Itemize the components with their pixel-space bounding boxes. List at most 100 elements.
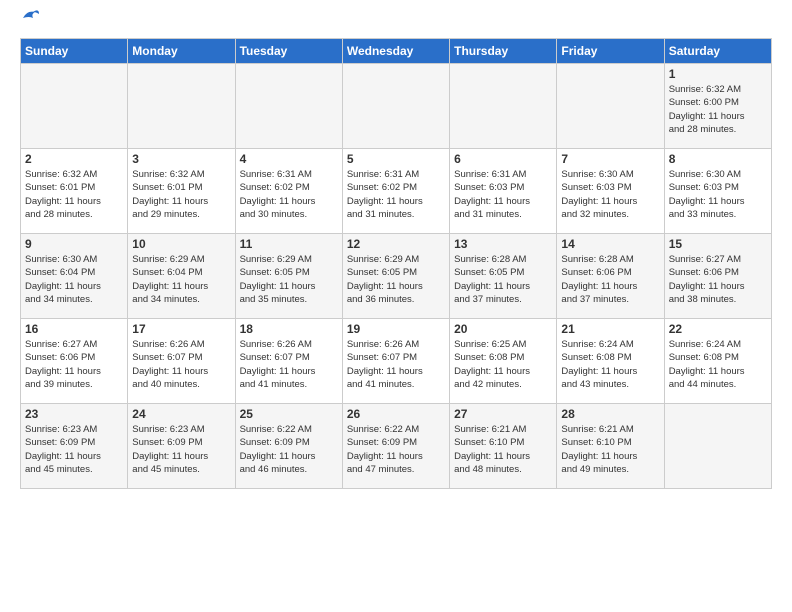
day-number: 13 (454, 237, 552, 251)
day-number: 3 (132, 152, 230, 166)
header-saturday: Saturday (664, 39, 771, 64)
calendar-cell: 27 Sunrise: 6:21 AM Sunset: 6:10 PM Dayli… (450, 404, 557, 489)
header-thursday: Thursday (450, 39, 557, 64)
calendar-cell: 28Sunrise: 6:21 AM Sunset: 6:10 PM Dayli… (557, 404, 664, 489)
day-number: 1 (669, 67, 767, 81)
day-number: 14 (561, 237, 659, 251)
calendar-week-2: 2 Sunrise: 6:32 AM Sunset: 6:01 PM Daylig… (21, 149, 772, 234)
day-info: Sunrise: 6:21 AM Sunset: 6:10 PM Dayligh… (454, 423, 552, 476)
day-number: 11 (240, 237, 338, 251)
day-info: Sunrise: 6:26 AM Sunset: 6:07 PM Dayligh… (347, 338, 445, 391)
calendar-cell: 25 Sunrise: 6:22 AM Sunset: 6:09 PM Dayli… (235, 404, 342, 489)
day-number: 21 (561, 322, 659, 336)
day-info: Sunrise: 6:28 AM Sunset: 6:06 PM Dayligh… (561, 253, 659, 306)
day-number: 27 (454, 407, 552, 421)
calendar-cell: 9Sunrise: 6:30 AM Sunset: 6:04 PM Daylig… (21, 234, 128, 319)
day-number: 7 (561, 152, 659, 166)
day-number: 12 (347, 237, 445, 251)
calendar-cell (450, 64, 557, 149)
day-number: 4 (240, 152, 338, 166)
day-info: Sunrise: 6:29 AM Sunset: 6:05 PM Dayligh… (347, 253, 445, 306)
calendar-cell (557, 64, 664, 149)
calendar-cell: 24 Sunrise: 6:23 AM Sunset: 6:09 PM Dayli… (128, 404, 235, 489)
calendar-cell: 23 Sunrise: 6:23 AM Sunset: 6:09 PM Dayli… (21, 404, 128, 489)
calendar-cell: 10Sunrise: 6:29 AM Sunset: 6:04 PM Dayli… (128, 234, 235, 319)
day-info: Sunrise: 6:26 AM Sunset: 6:07 PM Dayligh… (132, 338, 230, 391)
calendar-week-1: 1 Sunrise: 6:32 AM Sunset: 6:00 PM Daylig… (21, 64, 772, 149)
day-info: Sunrise: 6:26 AM Sunset: 6:07 PM Dayligh… (240, 338, 338, 391)
header-tuesday: Tuesday (235, 39, 342, 64)
day-info: Sunrise: 6:28 AM Sunset: 6:05 PM Dayligh… (454, 253, 552, 306)
day-number: 5 (347, 152, 445, 166)
calendar-cell (342, 64, 449, 149)
day-info: Sunrise: 6:29 AM Sunset: 6:05 PM Dayligh… (240, 253, 338, 306)
calendar-cell: 5 Sunrise: 6:31 AM Sunset: 6:02 PM Daylig… (342, 149, 449, 234)
day-info: Sunrise: 6:21 AM Sunset: 6:10 PM Dayligh… (561, 423, 659, 476)
calendar-cell: 22 Sunrise: 6:24 AM Sunset: 6:08 PM Dayli… (664, 319, 771, 404)
day-number: 6 (454, 152, 552, 166)
header-sunday: Sunday (21, 39, 128, 64)
calendar-cell: 12 Sunrise: 6:29 AM Sunset: 6:05 PM Dayli… (342, 234, 449, 319)
calendar-cell (21, 64, 128, 149)
day-info: Sunrise: 6:22 AM Sunset: 6:09 PM Dayligh… (347, 423, 445, 476)
day-number: 23 (25, 407, 123, 421)
calendar-cell (128, 64, 235, 149)
day-info: Sunrise: 6:22 AM Sunset: 6:09 PM Dayligh… (240, 423, 338, 476)
calendar-cell: 15Sunrise: 6:27 AM Sunset: 6:06 PM Dayli… (664, 234, 771, 319)
day-info: Sunrise: 6:32 AM Sunset: 6:00 PM Dayligh… (669, 83, 767, 136)
calendar-week-4: 16 Sunrise: 6:27 AM Sunset: 6:06 PM Dayli… (21, 319, 772, 404)
day-info: Sunrise: 6:25 AM Sunset: 6:08 PM Dayligh… (454, 338, 552, 391)
day-number: 26 (347, 407, 445, 421)
day-info: Sunrise: 6:27 AM Sunset: 6:06 PM Dayligh… (25, 338, 123, 391)
day-info: Sunrise: 6:24 AM Sunset: 6:08 PM Dayligh… (561, 338, 659, 391)
day-number: 15 (669, 237, 767, 251)
calendar-cell: 19 Sunrise: 6:26 AM Sunset: 6:07 PM Dayli… (342, 319, 449, 404)
day-number: 25 (240, 407, 338, 421)
calendar-cell: 13 Sunrise: 6:28 AM Sunset: 6:05 PM Dayli… (450, 234, 557, 319)
logo-bird-icon (21, 8, 39, 28)
day-number: 16 (25, 322, 123, 336)
logo (20, 16, 39, 28)
header-wednesday: Wednesday (342, 39, 449, 64)
calendar-cell: 26 Sunrise: 6:22 AM Sunset: 6:09 PM Dayli… (342, 404, 449, 489)
day-info: Sunrise: 6:23 AM Sunset: 6:09 PM Dayligh… (132, 423, 230, 476)
calendar-cell: 11 Sunrise: 6:29 AM Sunset: 6:05 PM Dayli… (235, 234, 342, 319)
calendar-cell (235, 64, 342, 149)
day-info: Sunrise: 6:32 AM Sunset: 6:01 PM Dayligh… (132, 168, 230, 221)
calendar-cell (664, 404, 771, 489)
day-number: 19 (347, 322, 445, 336)
day-info: Sunrise: 6:31 AM Sunset: 6:02 PM Dayligh… (240, 168, 338, 221)
calendar-cell: 14 Sunrise: 6:28 AM Sunset: 6:06 PM Dayli… (557, 234, 664, 319)
day-info: Sunrise: 6:24 AM Sunset: 6:08 PM Dayligh… (669, 338, 767, 391)
calendar-cell: 3 Sunrise: 6:32 AM Sunset: 6:01 PM Daylig… (128, 149, 235, 234)
calendar-cell: 7 Sunrise: 6:30 AM Sunset: 6:03 PM Daylig… (557, 149, 664, 234)
day-number: 18 (240, 322, 338, 336)
calendar-cell: 17 Sunrise: 6:26 AM Sunset: 6:07 PM Dayli… (128, 319, 235, 404)
calendar-cell: 6 Sunrise: 6:31 AM Sunset: 6:03 PM Daylig… (450, 149, 557, 234)
calendar-cell: 2 Sunrise: 6:32 AM Sunset: 6:01 PM Daylig… (21, 149, 128, 234)
day-info: Sunrise: 6:30 AM Sunset: 6:03 PM Dayligh… (561, 168, 659, 221)
calendar-cell: 1 Sunrise: 6:32 AM Sunset: 6:00 PM Daylig… (664, 64, 771, 149)
calendar-cell: 4 Sunrise: 6:31 AM Sunset: 6:02 PM Daylig… (235, 149, 342, 234)
day-number: 24 (132, 407, 230, 421)
calendar-header-row: Sunday Monday Tuesday Wednesday Thursday… (21, 39, 772, 64)
day-info: Sunrise: 6:31 AM Sunset: 6:03 PM Dayligh… (454, 168, 552, 221)
header (20, 16, 772, 28)
header-monday: Monday (128, 39, 235, 64)
day-info: Sunrise: 6:32 AM Sunset: 6:01 PM Dayligh… (25, 168, 123, 221)
day-number: 8 (669, 152, 767, 166)
header-friday: Friday (557, 39, 664, 64)
page: Sunday Monday Tuesday Wednesday Thursday… (0, 0, 792, 612)
calendar-cell: 8 Sunrise: 6:30 AM Sunset: 6:03 PM Daylig… (664, 149, 771, 234)
day-number: 9 (25, 237, 123, 251)
day-info: Sunrise: 6:23 AM Sunset: 6:09 PM Dayligh… (25, 423, 123, 476)
day-number: 2 (25, 152, 123, 166)
day-number: 22 (669, 322, 767, 336)
calendar-cell: 16 Sunrise: 6:27 AM Sunset: 6:06 PM Dayli… (21, 319, 128, 404)
calendar-week-5: 23 Sunrise: 6:23 AM Sunset: 6:09 PM Dayli… (21, 404, 772, 489)
day-info: Sunrise: 6:30 AM Sunset: 6:03 PM Dayligh… (669, 168, 767, 221)
day-info: Sunrise: 6:31 AM Sunset: 6:02 PM Dayligh… (347, 168, 445, 221)
day-number: 17 (132, 322, 230, 336)
calendar-table: Sunday Monday Tuesday Wednesday Thursday… (20, 38, 772, 489)
calendar-cell: 20Sunrise: 6:25 AM Sunset: 6:08 PM Dayli… (450, 319, 557, 404)
